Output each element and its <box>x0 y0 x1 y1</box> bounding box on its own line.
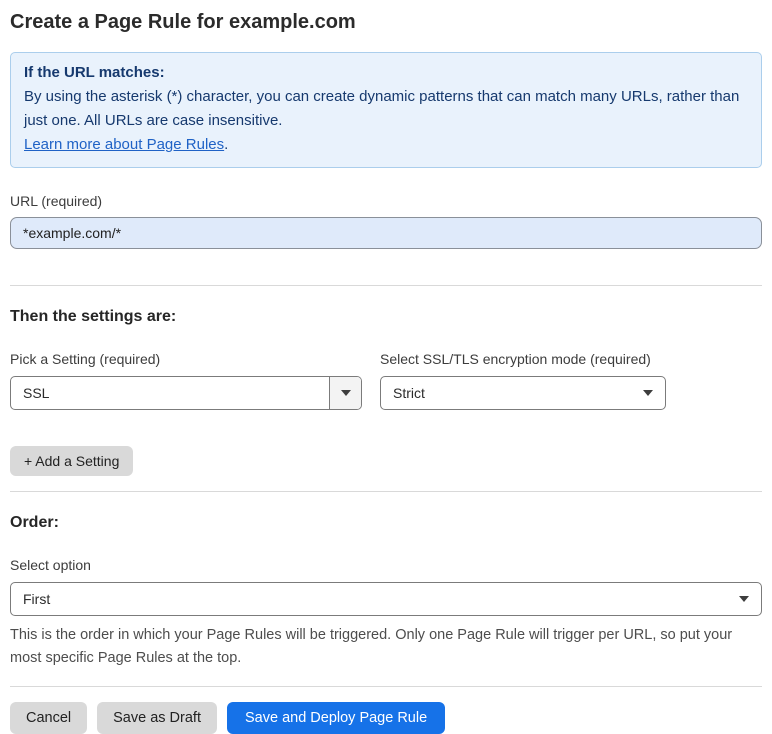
divider <box>10 491 762 492</box>
chevron-down-icon <box>643 390 653 396</box>
setting-picker-arrow-segment[interactable] <box>329 377 361 409</box>
ssl-mode-label: Select SSL/TLS encryption mode (required… <box>380 351 651 367</box>
link-period: . <box>224 136 229 153</box>
info-box-heading: If the URL matches: <box>24 64 165 81</box>
chevron-down-icon <box>340 390 351 396</box>
page-title: Create a Page Rule for example.com <box>10 11 356 33</box>
add-setting-button[interactable]: + Add a Setting <box>10 446 134 476</box>
learn-more-link[interactable]: Learn more about Page Rules <box>24 136 224 153</box>
save-deploy-button[interactable]: Save and Deploy Page Rule <box>226 702 446 734</box>
info-box-body: By using the asterisk (*) character, you… <box>24 88 740 129</box>
order-help-text: This is the order in which your Page Rul… <box>10 627 733 666</box>
order-section-heading: Order: <box>10 514 59 531</box>
ssl-mode-value: Strict <box>393 385 425 401</box>
settings-section-heading: Then the settings are: <box>10 308 177 325</box>
divider <box>10 285 762 286</box>
create-page-rule-form: Create a Page Rule for example.com If th… <box>0 0 772 734</box>
setting-picker-column: Pick a Setting (required) SSL <box>10 326 362 410</box>
order-select-value: First <box>23 591 51 607</box>
info-box-link-line: Learn more about Page Rules. <box>24 133 748 157</box>
settings-row: Pick a Setting (required) SSL Select SSL… <box>10 326 762 410</box>
save-draft-button[interactable]: Save as Draft <box>97 702 217 734</box>
ssl-mode-select[interactable]: Strict <box>380 376 666 410</box>
order-select-label: Select option <box>10 557 91 573</box>
order-select[interactable]: First <box>10 582 762 616</box>
setting-picker-value: SSL <box>23 385 50 401</box>
divider <box>10 686 762 687</box>
ssl-mode-arrow <box>631 377 665 409</box>
form-actions: Cancel Save as Draft Save and Deploy Pag… <box>10 702 762 734</box>
cancel-button[interactable]: Cancel <box>10 702 88 734</box>
chevron-down-icon <box>739 596 749 602</box>
setting-picker-label: Pick a Setting (required) <box>10 351 161 367</box>
setting-picker-select[interactable]: SSL <box>10 376 362 410</box>
url-match-info-box: If the URL matches: By using the asteris… <box>10 52 762 168</box>
order-select-arrow <box>727 583 761 615</box>
url-input[interactable] <box>10 217 762 249</box>
ssl-mode-column: Select SSL/TLS encryption mode (required… <box>380 326 666 410</box>
url-field-label: URL (required) <box>10 193 103 209</box>
